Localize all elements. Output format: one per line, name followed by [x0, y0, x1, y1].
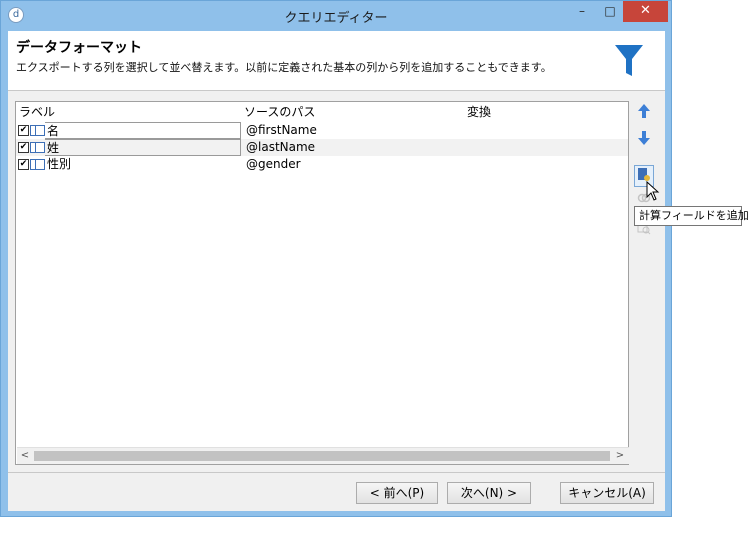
- row-source: @gender: [246, 157, 301, 171]
- next-button[interactable]: 次へ(N) >: [447, 482, 531, 504]
- row-label[interactable]: 性別: [47, 156, 71, 173]
- column-header-source[interactable]: ソースのパス: [244, 103, 315, 120]
- move-down-button[interactable]: [634, 130, 654, 152]
- scroll-right-icon[interactable]: >: [612, 448, 628, 464]
- footer-divider: [8, 472, 665, 473]
- horizontal-scrollbar[interactable]: < >: [17, 447, 629, 464]
- move-up-icon: [638, 104, 650, 118]
- cancel-button[interactable]: キャンセル(A): [560, 482, 654, 504]
- page-description: エクスポートする列を選択して並べ替えます。以前に定義された基本の列から列を追加す…: [16, 61, 552, 74]
- add-computed-field-icon: [638, 168, 650, 181]
- scrollbar-thumb[interactable]: [34, 451, 610, 461]
- table-row[interactable]: ✔ 姓 @lastName: [16, 139, 628, 156]
- column-header-transform[interactable]: 変換: [467, 103, 491, 120]
- dialog-client-area: データフォーマット エクスポートする列を選択して並べ替えます。以前に定義された基…: [8, 31, 665, 511]
- column-icon: [30, 159, 45, 170]
- row-checkbox[interactable]: ✔: [18, 159, 29, 170]
- close-button[interactable]: ✕: [623, 1, 668, 22]
- table-row[interactable]: ✔ 名 @firstName: [16, 122, 628, 139]
- move-up-button[interactable]: [634, 103, 654, 125]
- row-source: @lastName: [246, 140, 316, 154]
- row-label[interactable]: 名: [45, 122, 241, 139]
- funnel-icon: [615, 45, 643, 76]
- tooltip: 計算フィールドを追加: [634, 206, 749, 226]
- maximize-button[interactable]: □: [596, 1, 624, 22]
- title-bar: d クエリエディター – □ ✕: [1, 1, 671, 31]
- column-icon: [30, 142, 45, 153]
- columns-grid[interactable]: ラベル ソースのパス 変換 ✔ 名 @firstName ✔ 姓 @lastNa…: [15, 101, 629, 465]
- page-title: データフォーマット: [16, 40, 142, 56]
- prev-button[interactable]: < 前へ(P): [356, 482, 438, 504]
- mouse-cursor-icon: [646, 181, 660, 201]
- scroll-left-icon[interactable]: <: [17, 448, 33, 464]
- row-source: @firstName: [246, 123, 317, 137]
- table-row[interactable]: ✔ 性別 @gender: [16, 156, 628, 173]
- row-label[interactable]: 姓: [45, 139, 241, 156]
- query-editor-window: d クエリエディター – □ ✕ データフォーマット エクスポートする列を選択し…: [0, 0, 672, 517]
- header-panel: データフォーマット エクスポートする列を選択して並べ替えます。以前に定義された基…: [8, 31, 665, 91]
- column-header-label[interactable]: ラベル: [19, 103, 55, 120]
- move-down-icon: [638, 131, 650, 145]
- row-checkbox[interactable]: ✔: [18, 125, 29, 136]
- row-checkbox[interactable]: ✔: [18, 142, 29, 153]
- minimize-button[interactable]: –: [568, 1, 596, 22]
- column-icon: [30, 125, 45, 136]
